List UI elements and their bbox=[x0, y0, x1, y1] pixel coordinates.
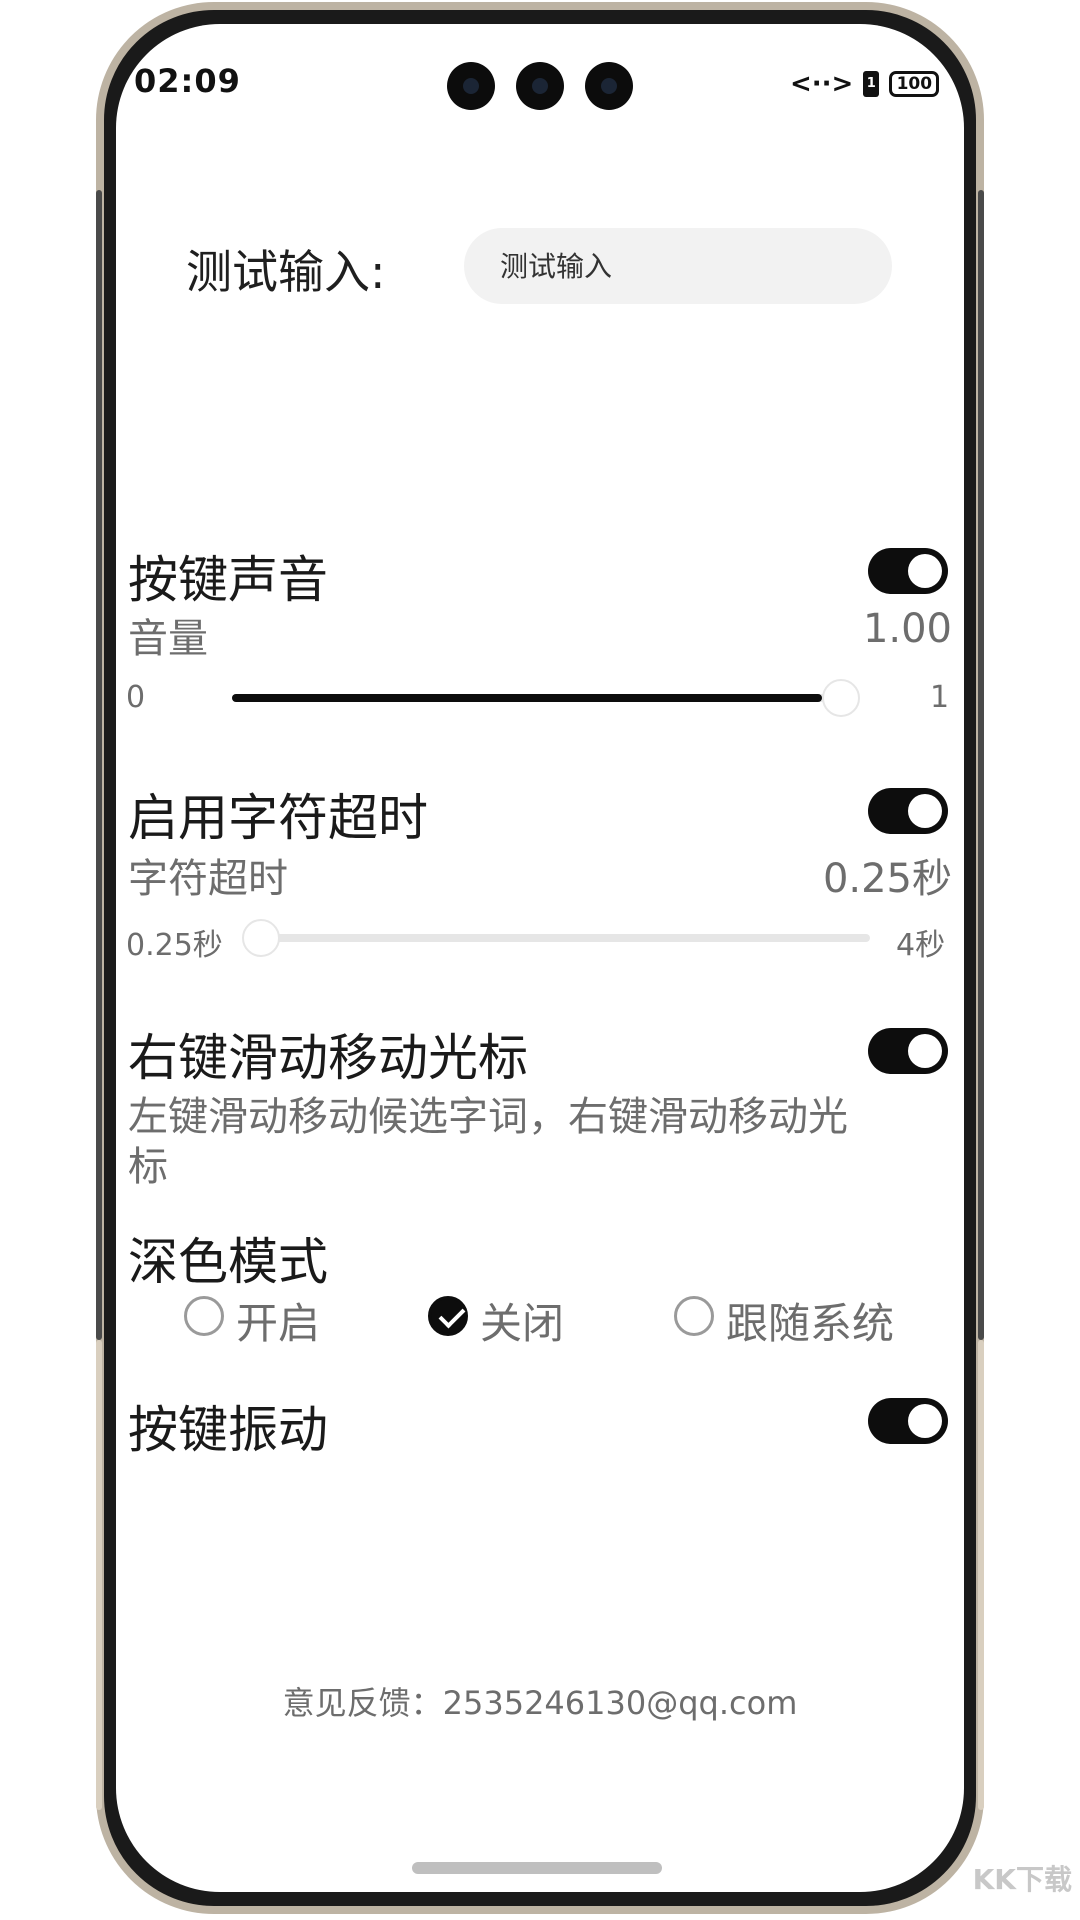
char-timeout-toggle[interactable] bbox=[868, 788, 948, 834]
volume-value: 1.00 bbox=[862, 606, 952, 652]
char-timeout-slider-track[interactable] bbox=[262, 934, 870, 942]
char-timeout-value: 0.25秒 bbox=[822, 856, 952, 902]
swipe-cursor-toggle[interactable] bbox=[868, 1028, 948, 1074]
char-timeout-slider-thumb[interactable] bbox=[242, 919, 280, 957]
char-timeout-max-label: 4秒 bbox=[896, 928, 946, 963]
key-sound-toggle[interactable] bbox=[868, 548, 948, 594]
sim-icon: 1 bbox=[863, 71, 880, 97]
dark-mode-off-radio[interactable] bbox=[428, 1296, 468, 1336]
char-timeout-label: 字符超时 bbox=[128, 856, 288, 902]
char-timeout-min-label: 0.25秒 bbox=[126, 928, 223, 963]
toggle-knob bbox=[908, 1404, 942, 1438]
dark-mode-on-radio[interactable] bbox=[184, 1296, 224, 1336]
volume-max-label: 1 bbox=[930, 680, 950, 715]
dark-mode-off-label[interactable]: 关闭 bbox=[480, 1290, 564, 1351]
dark-mode-system-radio[interactable] bbox=[674, 1296, 714, 1336]
volume-slider-track[interactable] bbox=[232, 694, 842, 702]
phone-screen bbox=[116, 24, 964, 1892]
camera-center-icon bbox=[516, 62, 564, 110]
swipe-cursor-title: 右键滑动移动光标 bbox=[128, 1029, 528, 1087]
key-vibration-title: 按键振动 bbox=[128, 1401, 328, 1459]
volume-min-label: 0 bbox=[126, 680, 146, 715]
home-indicator[interactable] bbox=[412, 1862, 662, 1874]
toggle-knob bbox=[908, 794, 942, 828]
data-transfer-icon: <··> bbox=[790, 69, 854, 99]
key-vibration-toggle[interactable] bbox=[868, 1398, 948, 1444]
dark-mode-title: 深色模式 bbox=[128, 1233, 328, 1291]
status-icons: <··> 1 100 bbox=[790, 66, 940, 102]
camera-left-icon bbox=[447, 62, 495, 110]
swipe-cursor-description-cont: 标 bbox=[128, 1144, 168, 1190]
toggle-knob bbox=[908, 554, 942, 588]
swipe-cursor-description: 左键滑动移动候选字词，右键滑动移动光 bbox=[128, 1094, 848, 1140]
watermark: KK下载 bbox=[972, 1863, 1072, 1896]
char-timeout-title: 启用字符超时 bbox=[128, 789, 428, 847]
volume-label: 音量 bbox=[128, 616, 208, 662]
key-sound-title: 按键声音 bbox=[128, 551, 328, 609]
test-input-field[interactable] bbox=[464, 228, 892, 304]
frame-edge-left-lower bbox=[96, 1340, 102, 1810]
volume-slider-thumb[interactable] bbox=[822, 679, 860, 717]
test-input-label: 测试输入: bbox=[186, 245, 386, 299]
frame-edge-right-lower bbox=[978, 1340, 984, 1810]
feedback-text[interactable]: 意见反馈：2535246130@qq.com bbox=[0, 1678, 1080, 1724]
dark-mode-on-label[interactable]: 开启 bbox=[236, 1290, 320, 1351]
dark-mode-system-label[interactable]: 跟随系统 bbox=[726, 1290, 894, 1351]
battery-icon: 100 bbox=[889, 71, 940, 97]
frame-edge-right bbox=[978, 190, 984, 1340]
toggle-knob bbox=[908, 1034, 942, 1068]
frame-edge-left bbox=[96, 190, 102, 1340]
status-time: 02:09 bbox=[134, 62, 241, 100]
camera-right-icon bbox=[585, 62, 633, 110]
volume-slider-fill bbox=[232, 694, 822, 702]
checkmark-icon bbox=[438, 1301, 466, 1329]
